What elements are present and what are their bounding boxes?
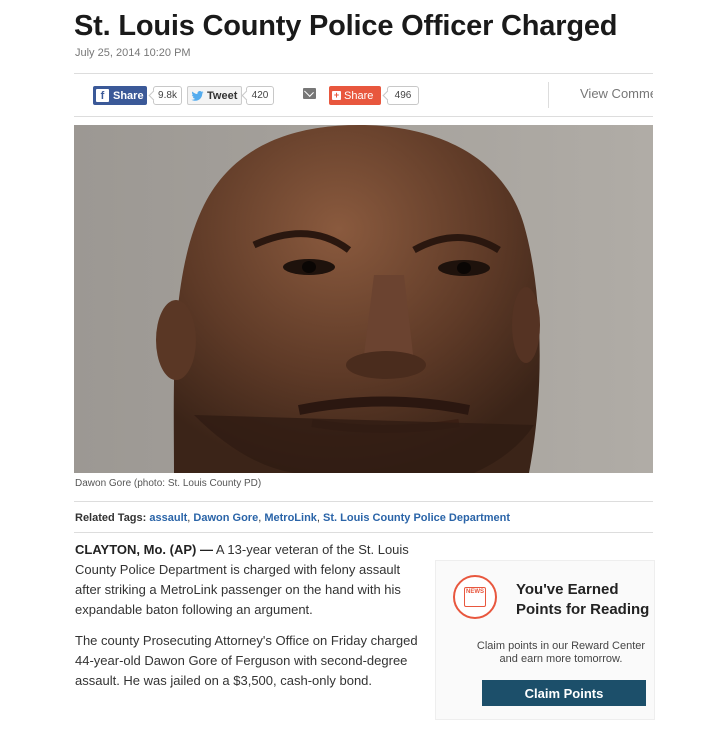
plus-icon: + [332,90,341,100]
share-plus-label: Share [344,89,374,102]
facebook-share-button[interactable]: f Share [93,86,147,105]
article-container: St. Louis County Police Officer Charged … [74,0,655,754]
news-badge-label: NEWS [464,587,486,607]
facebook-share-label: Share [113,89,144,102]
reward-promo: NEWS You've Earned Points for Reading Cl… [435,560,655,720]
dateline-location: CLAYTON, Mo. (AP) — [75,542,213,557]
article-paragraph: The county Prosecuting Attorney's Office… [75,633,418,688]
claim-points-button[interactable]: Claim Points [482,680,646,706]
promo-subtext-line: Claim points in our Reward Center [476,640,646,652]
share-plus-count: 496 [387,86,419,105]
related-tags: Related Tags: assault, Dawon Gore, Metro… [75,512,511,524]
tag-link[interactable]: MetroLink [264,512,317,524]
tag-link[interactable]: St. Louis County Police Department [323,512,510,524]
related-tags-label: Related Tags: [75,512,147,524]
share-plus-button[interactable]: + Share [329,86,381,105]
twitter-bird-icon [191,90,204,101]
share-divider [548,82,549,108]
article-body: CLAYTON, Mo. (AP) — A 13-year veteran of… [75,540,425,702]
tweet-button[interactable]: Tweet [187,86,242,105]
divider [74,501,653,502]
news-badge-icon: NEWS [453,575,497,619]
share-bar: f Share 9.8k Tweet 420 + Share 496 View … [74,73,653,117]
tag-link[interactable]: assault [149,512,187,524]
tweet-count: 420 [246,86,274,105]
mugshot-image [74,125,653,473]
promo-heading-line: You've Earned [516,581,619,598]
article-paragraph: CLAYTON, Mo. (AP) — A 13-year veteran of… [75,540,425,620]
promo-subtext-line: and earn more tomorrow. [499,653,623,665]
article-title: St. Louis County Police Officer Charged [74,10,618,42]
promo-heading: You've Earned Points for Reading [516,580,649,620]
facebook-icon: f [96,89,109,102]
mail-icon[interactable] [303,88,316,99]
promo-heading-line: Points for Reading [516,601,650,618]
photo-caption: Dawon Gore (photo: St. Louis County PD) [75,478,262,489]
mugshot-photo [74,125,653,473]
article-dateline: July 25, 2014 10:20 PM [75,47,191,59]
promo-subtext: Claim points in our Reward Center and ea… [456,640,654,666]
divider [74,532,653,533]
facebook-share-count: 9.8k [153,86,182,105]
view-comments-link[interactable]: View Comments [580,86,653,101]
tweet-label: Tweet [207,89,238,102]
tag-link[interactable]: Dawon Gore [193,512,258,524]
